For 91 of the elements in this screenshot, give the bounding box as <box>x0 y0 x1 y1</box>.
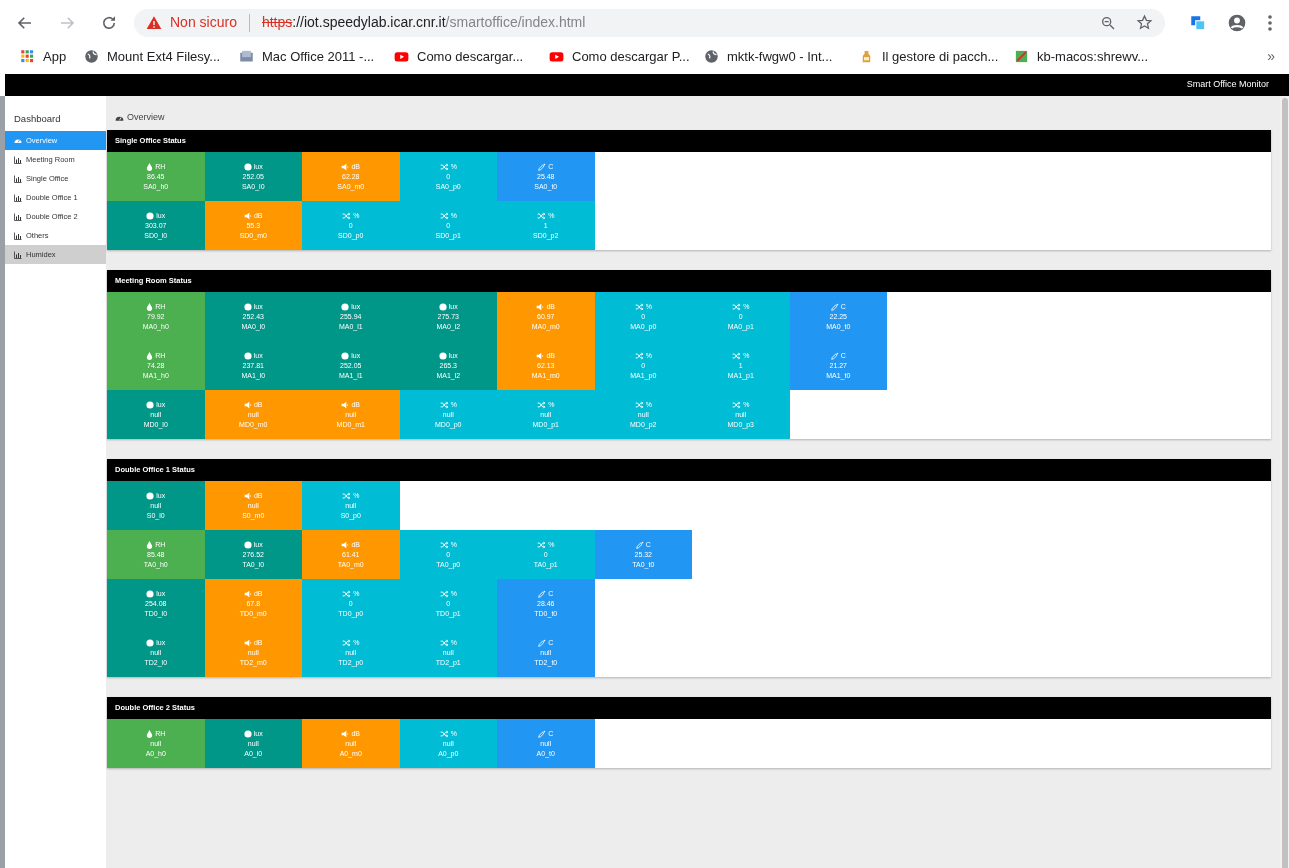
bookmark-link[interactable]: kb-macos:shrewv... <box>1037 46 1148 67</box>
circle-icon <box>341 351 350 360</box>
shuffle-icon <box>634 400 644 409</box>
shuffle-icon <box>439 540 449 549</box>
bookmark-link[interactable]: mktk-fwgw0 - Int... <box>727 46 833 67</box>
video-icon <box>549 49 564 64</box>
circle-icon <box>243 540 252 549</box>
bookmark-link[interactable]: Como descargar P... <box>572 46 690 67</box>
warning-icon <box>146 14 162 31</box>
eyedropper-icon <box>635 540 644 549</box>
speaker-icon <box>341 400 350 409</box>
shuffle-icon <box>732 400 742 409</box>
globe-icon <box>84 49 99 64</box>
video-icon <box>394 49 409 64</box>
shuffle-icon <box>439 589 449 598</box>
circle-icon <box>243 162 252 171</box>
bar-chart-icon <box>14 250 22 259</box>
bar-chart-icon <box>14 231 22 240</box>
bar-chart-icon <box>14 212 22 221</box>
shuffle-icon <box>634 351 644 360</box>
shuffle-icon <box>537 211 547 220</box>
circle-icon <box>146 211 155 220</box>
address-bar[interactable]: Non sicuro https://iot.speedylab.icar.cnr.it/smartoffice/index.html <box>134 8 1165 37</box>
shuffle-icon <box>439 400 449 409</box>
bar-chart-icon <box>14 174 22 183</box>
sidebar-title: Dashboard <box>13 112 62 126</box>
circle-icon <box>243 302 252 311</box>
circle-icon <box>341 302 350 311</box>
circle-icon <box>146 638 155 647</box>
bookmark-link[interactable]: Mount Ext4 Filesy... <box>107 46 221 67</box>
eyedropper-icon <box>538 729 547 738</box>
shuffle-icon <box>732 302 742 311</box>
speaker-icon <box>341 162 350 171</box>
apps-grid-icon <box>20 49 35 64</box>
speaker-icon <box>243 589 252 598</box>
circle-icon <box>146 491 155 500</box>
shuffle-icon <box>439 162 449 171</box>
circle-icon <box>146 589 155 598</box>
bookmark-link[interactable]: Mac Office 2011 -... <box>262 46 375 67</box>
window-icon <box>239 49 254 64</box>
eyedropper-icon <box>538 638 547 647</box>
speaker-icon <box>536 351 545 360</box>
speaker-icon <box>341 540 350 549</box>
shuffle-icon <box>439 729 449 738</box>
app-title: Smart Office Monitor <box>1186 78 1269 92</box>
shuffle-icon <box>537 400 547 409</box>
globe-icon <box>704 49 719 64</box>
shuffle-icon <box>439 211 449 220</box>
speaker-icon <box>536 302 545 311</box>
drop-icon <box>146 540 154 549</box>
extension-icon[interactable] <box>1189 13 1207 32</box>
shuffle-icon <box>537 540 547 549</box>
account-icon[interactable] <box>1227 12 1247 33</box>
security-label: Non sicuro <box>170 13 237 32</box>
shuffle-icon <box>342 589 352 598</box>
shuffle-icon <box>439 638 449 647</box>
shuffle-icon <box>732 351 742 360</box>
speaker-icon <box>243 638 252 647</box>
drop-icon <box>146 351 154 360</box>
circle-icon <box>146 400 155 409</box>
shuffle-icon <box>342 638 352 647</box>
drop-icon <box>146 729 154 738</box>
bookmark-link[interactable]: Il gestore di pacch... <box>882 46 999 67</box>
speaker-icon <box>243 400 252 409</box>
drop-icon <box>146 162 154 171</box>
star-icon[interactable] <box>1136 14 1153 31</box>
circle-icon <box>243 729 252 738</box>
eyedropper-icon <box>830 302 839 311</box>
circle-icon <box>243 351 252 360</box>
circle-icon <box>438 302 447 311</box>
scrollbar-thumb[interactable] <box>1281 98 1288 868</box>
speaker-icon <box>243 491 252 500</box>
breadcrumb-text: Overview <box>127 111 165 125</box>
eyedropper-icon <box>830 351 839 360</box>
bookmark-link[interactable]: App <box>43 46 67 67</box>
menu-icon[interactable] <box>1267 13 1273 32</box>
drop-icon <box>146 302 154 311</box>
bookmark-link[interactable]: Como descargar... <box>417 46 524 67</box>
url-text: https://iot.speedylab.icar.cnr.it/smartoffice/index.html <box>261 13 586 32</box>
shuffle-icon <box>342 211 352 220</box>
shuffle-icon <box>634 302 644 311</box>
eyedropper-icon <box>538 162 547 171</box>
speaker-icon <box>243 211 252 220</box>
circle-icon <box>438 351 447 360</box>
more-bookmarks-button[interactable]: » <box>1267 46 1275 67</box>
speaker-icon <box>341 729 350 738</box>
bar-chart-icon <box>14 155 22 164</box>
zoom-icon[interactable] <box>1100 14 1116 31</box>
bar-chart-icon <box>14 193 22 202</box>
eyedropper-icon <box>538 589 547 598</box>
shuffle-icon <box>342 491 352 500</box>
